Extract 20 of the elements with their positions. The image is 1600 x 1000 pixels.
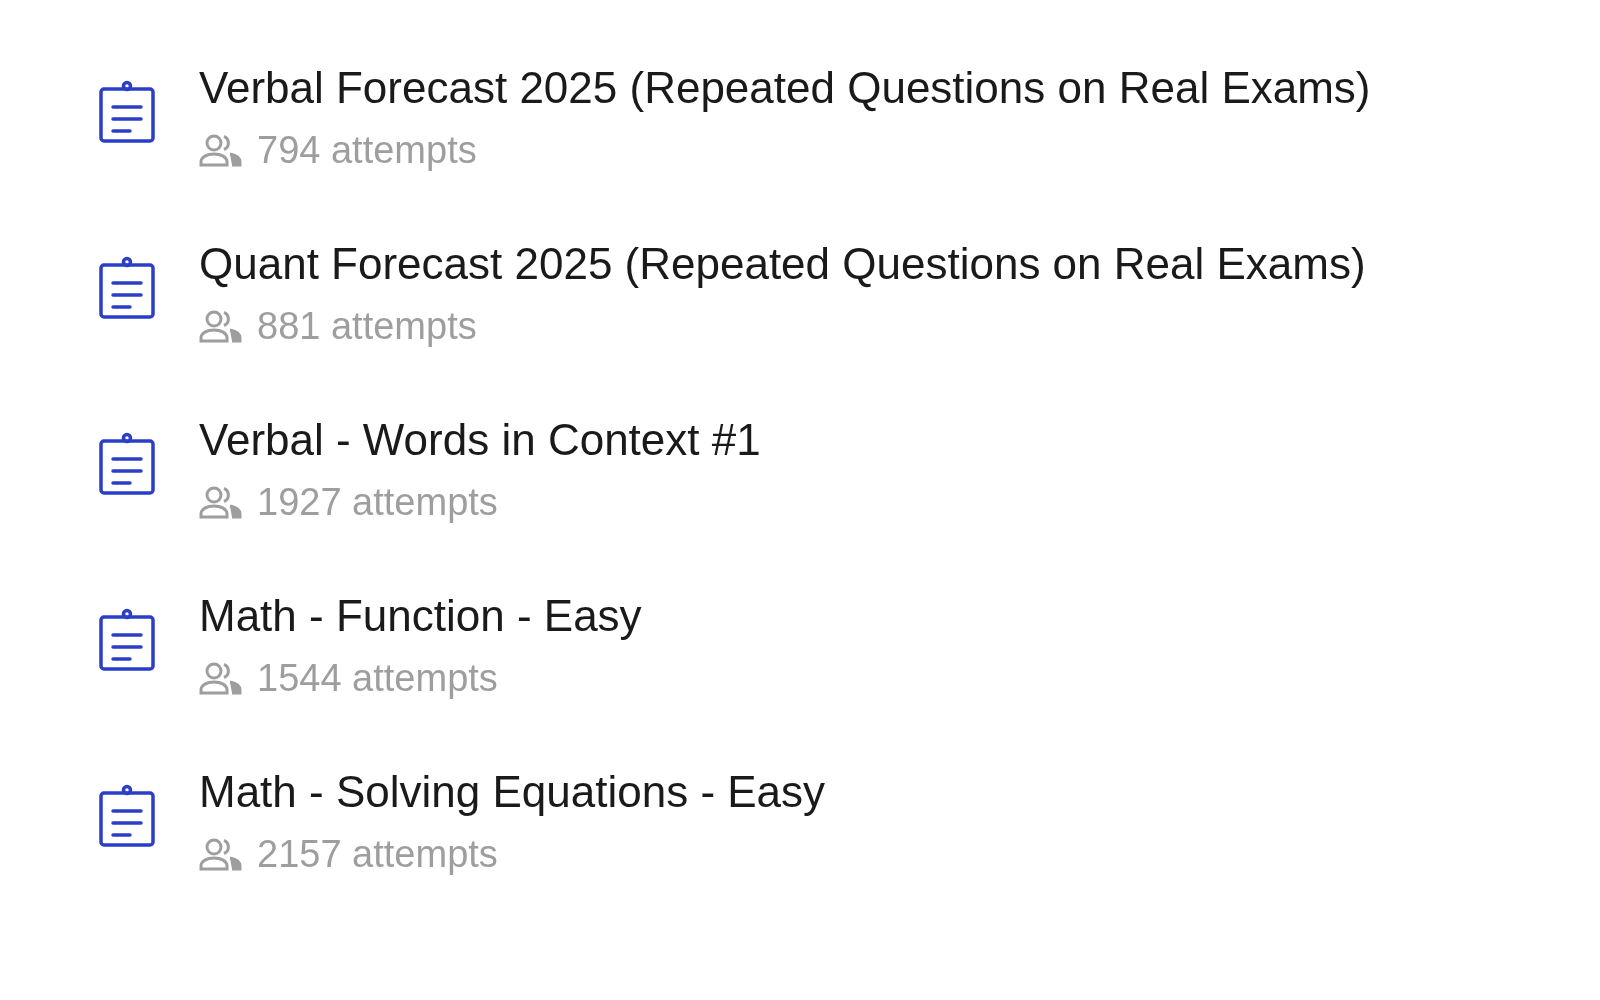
clipboard-icon (98, 80, 156, 144)
clipboard-icon (98, 432, 156, 496)
attempts-count: 881 attempts (257, 304, 477, 349)
people-icon (199, 133, 243, 167)
attempts-count: 2157 attempts (257, 832, 498, 877)
clipboard-icon (98, 784, 156, 848)
attempts-count: 794 attempts (257, 128, 477, 173)
people-icon (199, 309, 243, 343)
quiz-title[interactable]: Quant Forecast 2025 (Repeated Questions on Real Exams) (199, 234, 1366, 294)
attempts-count: 1927 attempts (257, 480, 498, 525)
people-icon (199, 837, 243, 871)
people-icon (199, 661, 243, 695)
quiz-title[interactable]: Verbal - Words in Context #1 (199, 410, 761, 470)
quiz-title[interactable]: Math - Solving Equations - Easy (199, 762, 826, 822)
clipboard-icon (98, 256, 156, 320)
attempts-count: 1544 attempts (257, 656, 498, 701)
people-icon (199, 485, 243, 519)
quiz-title[interactable]: Verbal Forecast 2025 (Repeated Questions on Real Exams) (199, 58, 1371, 118)
quiz-title[interactable]: Math - Function - Easy (199, 586, 642, 646)
clipboard-icon (98, 608, 156, 672)
